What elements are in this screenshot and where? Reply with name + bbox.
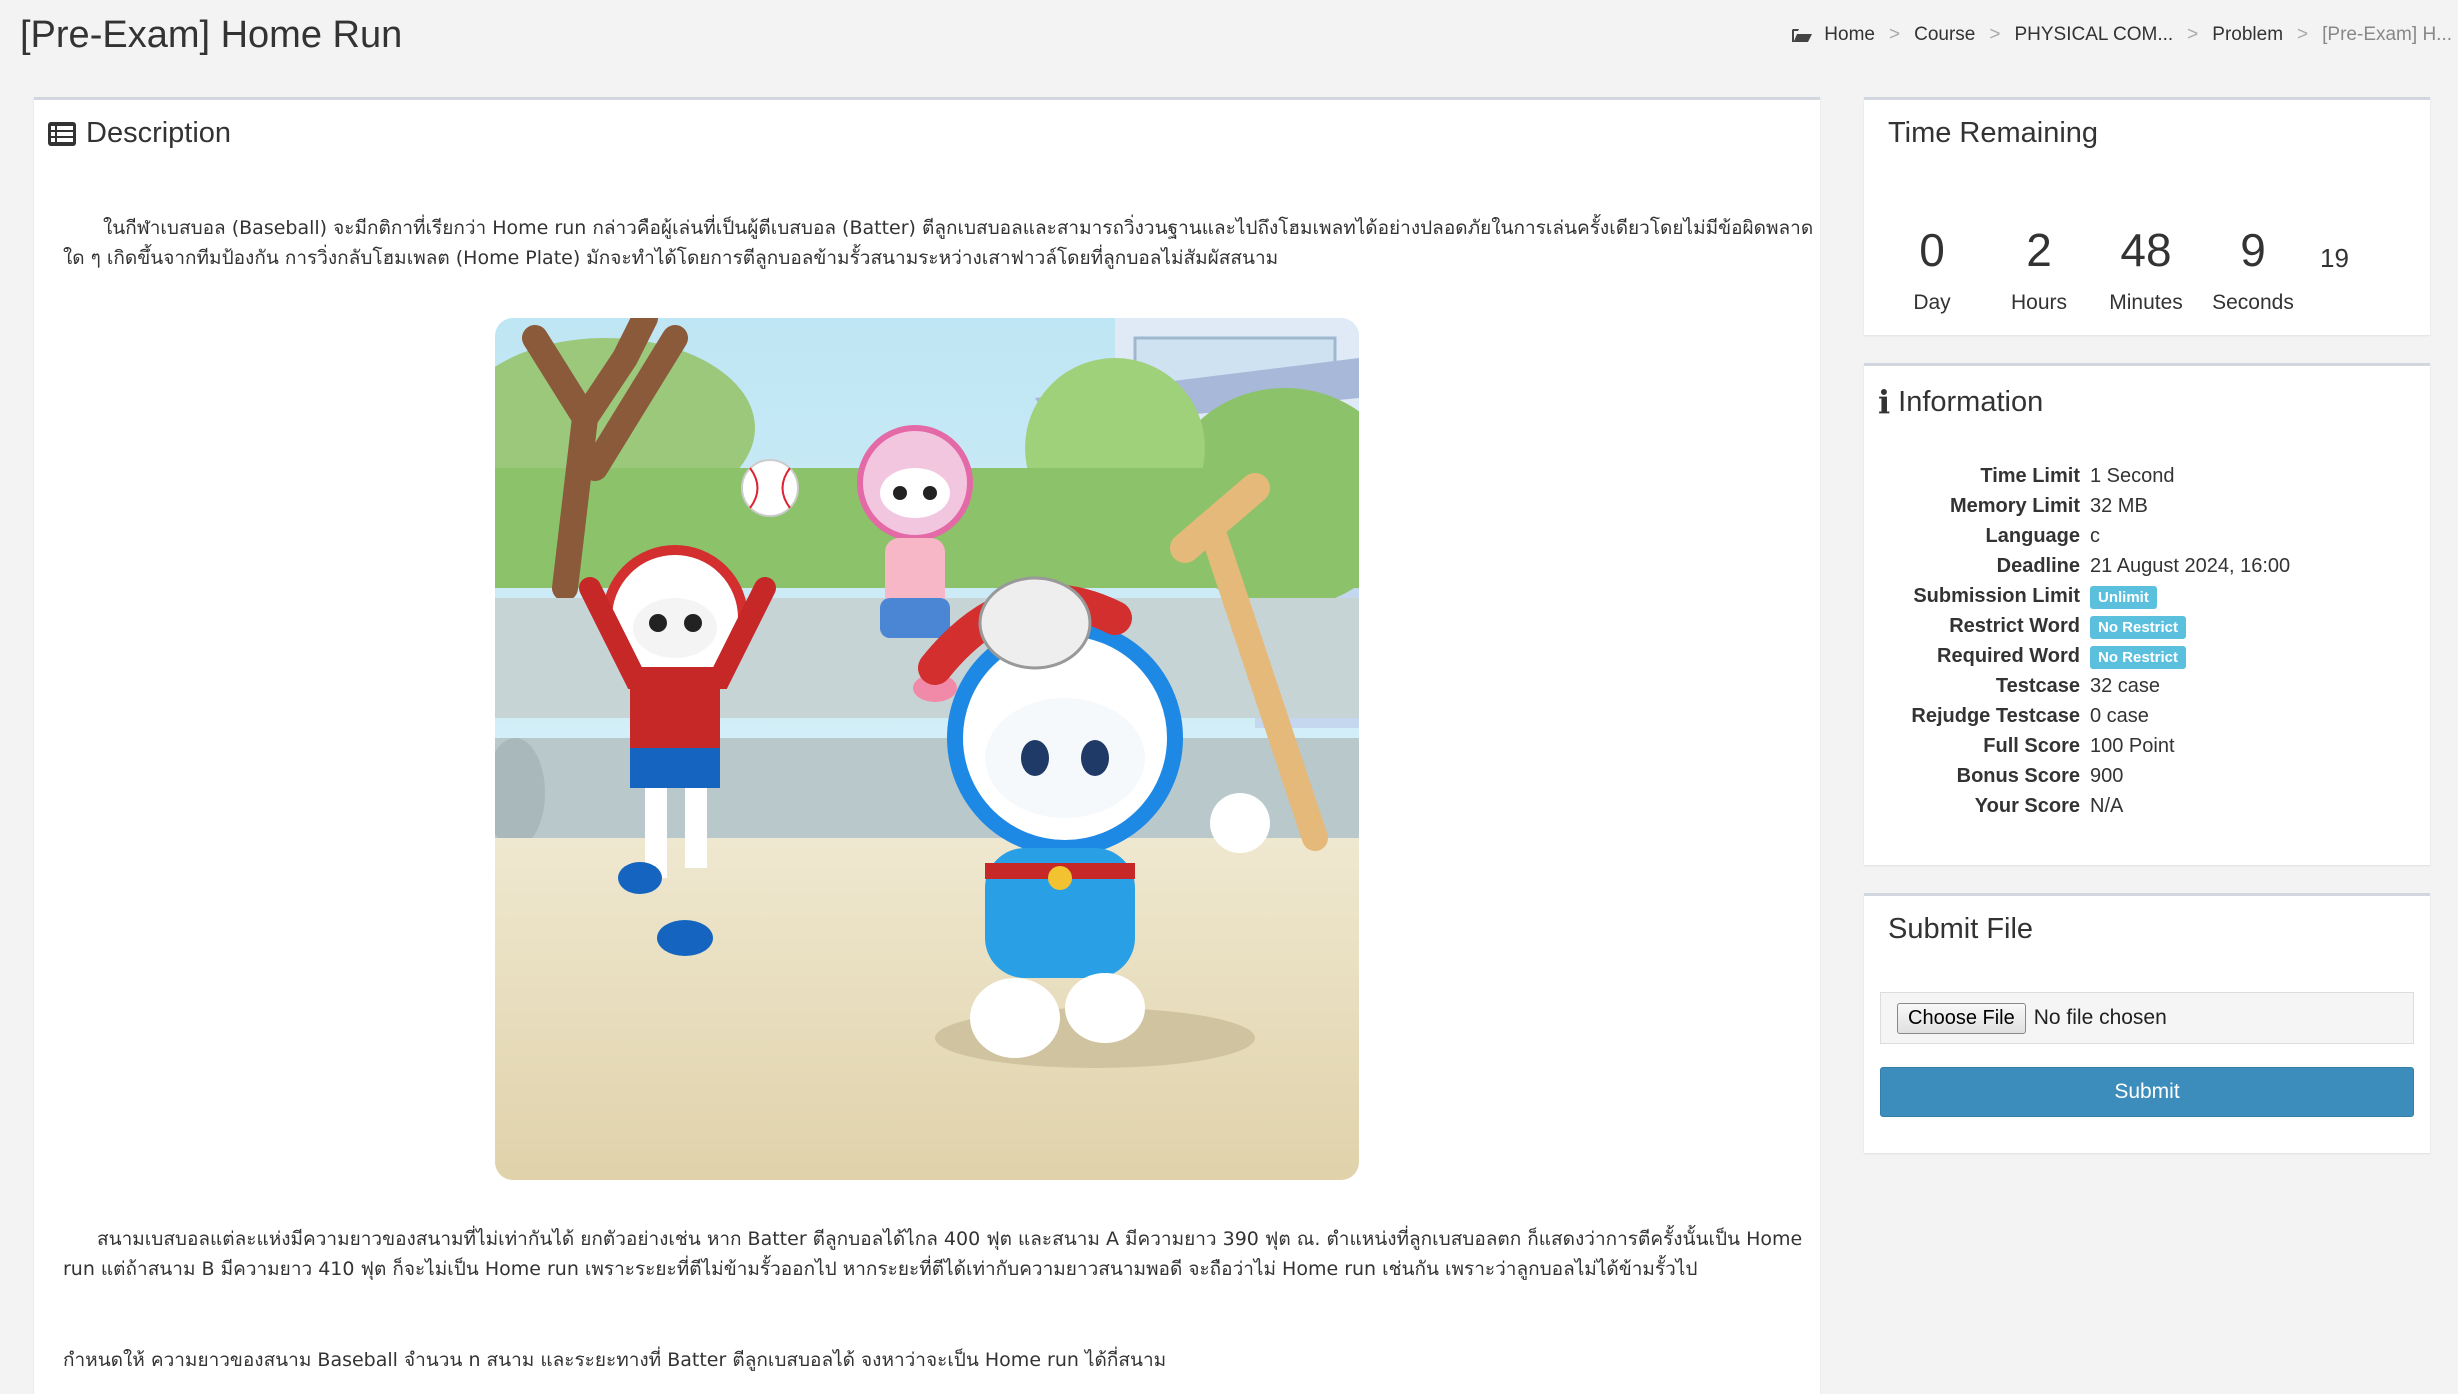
info-row-full-score: Full Score 100 Point (1864, 735, 2430, 765)
info-key: Language (1985, 525, 2080, 547)
info-value: 100 Point (2090, 735, 2175, 757)
breadcrumb-course-link[interactable]: Course (1914, 24, 1975, 46)
info-value: 32 case (2090, 675, 2161, 697)
info-key: Required Word (1937, 645, 2080, 667)
countdown-hours-value: 2 (2026, 224, 2052, 276)
info-row-memory-limit: Memory Limit 32 MB (1864, 495, 2430, 525)
time-remaining-title: Time Remaining (1888, 117, 2099, 149)
breadcrumb-problem-link[interactable]: Problem (2212, 24, 2283, 46)
info-value-wrap: No Restrict (2090, 645, 2187, 669)
choose-file-button[interactable]: Choose File (1897, 1002, 2026, 1034)
info-row-restrict-word: Restrict Word No Restrict (1864, 615, 2430, 645)
countdown-minutes-value: 48 (2120, 224, 2172, 276)
description-paragraph-3: กำหนดให้ ความยาวของสนาม Baseball จำนวน n… (63, 1349, 1167, 1371)
description-paragraph-2: สนามเบสบอลแต่ละแห่งมีความยาวของสนามที่ไม… (63, 1228, 1803, 1280)
description-header: Description (48, 117, 231, 150)
breadcrumb-separator: > (1888, 24, 1901, 45)
information-title: Information (1898, 385, 2044, 418)
description-paragraph-1: ในกีฬาเบสบอล (Baseball) จะมีกติกาที่เรีย… (63, 217, 1814, 269)
countdown-hours-label: Hours (2010, 291, 2068, 314)
countdown-days-label: Day (1913, 291, 1951, 314)
info-key: Deadline (1996, 555, 2080, 577)
info-value-wrap: No Restrict (2090, 615, 2187, 639)
description-title: Description (86, 117, 232, 149)
info-row-language: Language c (1864, 525, 2430, 555)
info-value: 0 case (2090, 705, 2149, 727)
info-icon: i (1878, 383, 1891, 421)
info-row-your-score: Your Score N/A (1864, 795, 2430, 825)
countdown-days: 0 Day (1878, 223, 1986, 315)
breadcrumb-separator: > (2297, 24, 2309, 45)
description-panel: Description ในกีฬาเบสบอล (Baseball) จะมี… (34, 97, 1820, 1394)
info-row-time-limit: Time Limit 1 Second (1864, 465, 2430, 495)
countdown-hours: 2 Hours (1985, 223, 2093, 315)
info-row-rejudge-testcase: Rejudge Testcase 0 case (1864, 705, 2430, 735)
info-row-required-word: Required Word No Restrict (1864, 645, 2430, 675)
countdown-fraction: 19 (2320, 243, 2349, 273)
submit-file-panel: Submit File Choose File No file chosen S… (1864, 893, 2430, 1153)
breadcrumb: Home > Course > PHYSICAL COM... > Proble… (1792, 24, 2452, 46)
info-key: Bonus Score (1956, 765, 2080, 787)
file-status-text: No file chosen (2033, 1006, 2167, 1029)
info-key: Testcase (1995, 675, 2080, 697)
info-key: Full Score (1983, 735, 2080, 757)
information-panel: i Information Time Limit 1 Second Memory… (1864, 363, 2430, 865)
info-value: 1 Second (2090, 465, 2175, 487)
info-key: Restrict Word (1949, 615, 2080, 637)
info-value: 21 August 2024, 16:00 (2090, 555, 2291, 577)
countdown-seconds-value: 9 (2240, 224, 2266, 276)
status-badge: No Restrict (2090, 616, 2187, 639)
info-row-bonus-score: Bonus Score 900 (1864, 765, 2430, 795)
status-badge: No Restrict (2090, 646, 2187, 669)
info-value: c (2090, 525, 2100, 547)
info-key: Time Limit (1980, 465, 2080, 487)
breadcrumb-separator: > (1989, 24, 2001, 45)
countdown-minutes: 48 Minutes (2092, 223, 2200, 315)
status-badge: Unlimit (2090, 586, 2157, 609)
page-title: [Pre-Exam] Home Run (20, 14, 403, 56)
countdown-days-value: 0 (1919, 224, 1945, 276)
info-key: Your Score (1974, 795, 2080, 817)
baseball-illustration (495, 318, 1359, 1180)
info-key: Submission Limit (1913, 585, 2080, 607)
countdown-seconds: 9 Seconds (2199, 223, 2307, 315)
info-value: N/A (2090, 795, 2124, 817)
countdown-seconds-label: Seconds (2212, 291, 2294, 314)
information-header: i Information (1878, 383, 2043, 421)
info-row-deadline: Deadline 21 August 2024, 16:00 (1864, 555, 2430, 585)
info-key: Rejudge Testcase (1911, 705, 2080, 727)
file-input[interactable]: Choose File No file chosen (1880, 992, 2414, 1044)
info-value-wrap: Unlimit (2090, 585, 2157, 609)
info-value: 32 MB (2090, 495, 2148, 517)
countdown-minutes-label: Minutes (2109, 291, 2183, 314)
list-alt-icon (48, 121, 76, 146)
info-row-submission-limit: Submission Limit Unlimit (1864, 585, 2430, 615)
breadcrumb-separator: > (2187, 24, 2199, 45)
breadcrumb-course-name-link[interactable]: PHYSICAL COM... (2014, 24, 2173, 46)
info-value: 900 (2090, 765, 2124, 787)
breadcrumb-current: [Pre-Exam] H... (2322, 24, 2452, 45)
info-row-testcase: Testcase 32 case (1864, 675, 2430, 705)
folder-open-icon (1792, 28, 1813, 42)
submit-button[interactable]: Submit (1880, 1067, 2414, 1117)
info-key: Memory Limit (1949, 495, 2080, 517)
submit-file-title: Submit File (1888, 913, 2034, 945)
breadcrumb-home-link[interactable]: Home (1824, 24, 1875, 46)
time-remaining-panel: Time Remaining 0 Day 2 Hours 48 Minutes … (1864, 97, 2430, 335)
